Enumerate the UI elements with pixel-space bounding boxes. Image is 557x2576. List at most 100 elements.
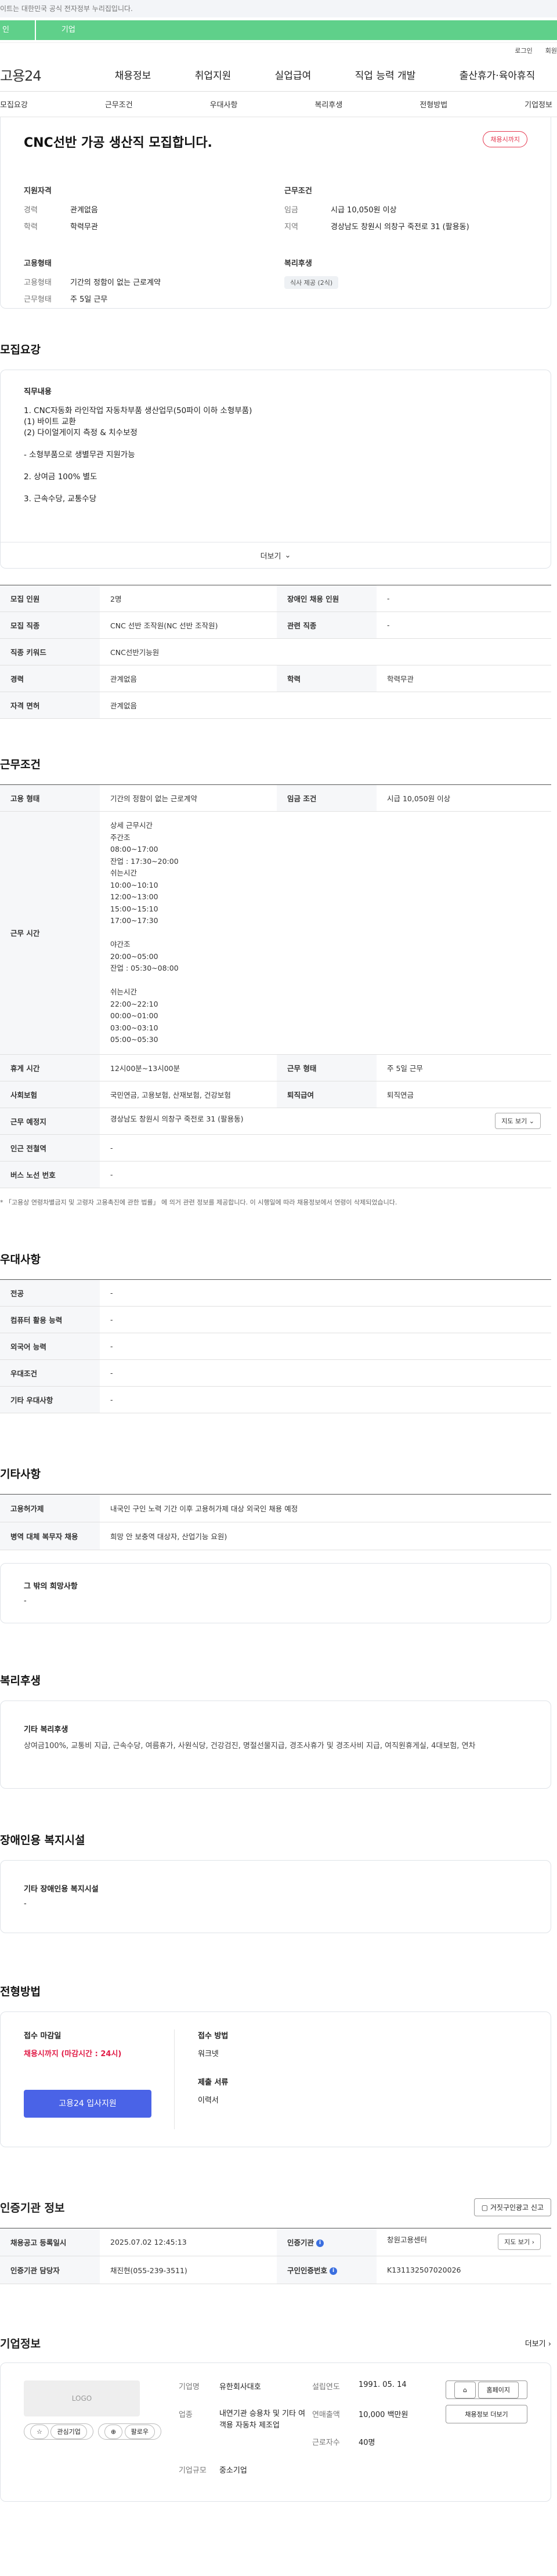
- summary-key: 지역: [284, 223, 298, 231]
- job-description-body: 직무내용 1. CNC자동화 라인작업 자동차부품 생산업무(50파이 이하 소…: [24, 386, 527, 526]
- map-button-label: 지도 보기: [504, 2238, 530, 2246]
- info-key: 기업명: [178, 2382, 200, 2392]
- section-title-company: 기업정보: [0, 2337, 41, 2350]
- table-row: 기타 우대사항 -: [0, 1386, 551, 1413]
- summary-value: 주 5일 근무: [70, 295, 108, 304]
- info-key: [312, 2464, 359, 2484]
- summary-value: 관계없음: [70, 206, 98, 215]
- row-value: K131132507020026: [377, 2256, 551, 2284]
- deadline-value: 채용시까지 (마감시간 : 24시): [24, 2049, 122, 2058]
- section-title-disability: 장애인용 복지시설: [0, 1833, 85, 1847]
- box-value: 상여금100%, 교통비 지급, 근속수당, 여름휴가, 사원식당, 건강검진,…: [24, 1741, 476, 1750]
- apply-deadline: 접수 마감일 채용시까지 (마감시간 : 24시) 고용24 입사지원: [24, 2029, 175, 2129]
- tab-individual[interactable]: 인: [0, 20, 35, 40]
- expand-more-button[interactable]: 더보기 ⌄: [0, 542, 551, 569]
- method-value: 워크넷: [198, 2049, 219, 2058]
- row-value: 관계없음: [100, 692, 551, 719]
- row-value: 학력무관: [377, 665, 551, 692]
- table-row: 직종 키워드 CNC선반기능원: [0, 638, 551, 665]
- summary-key: 학력: [24, 223, 38, 231]
- menu-jobs[interactable]: 채용정보: [115, 67, 151, 82]
- menu-vocational-training[interactable]: 직업 능력 개발: [355, 67, 416, 82]
- row-label: 버스 노선 번호: [0, 1161, 100, 1188]
- job-line: 1. CNC자동화 라인작업 자동차부품 생산업무(50파이 이하 소형부품): [24, 406, 252, 415]
- row-value: 채진현(055-239-3511): [100, 2256, 277, 2284]
- section-title-agency: 인증기관 정보: [0, 2201, 65, 2215]
- favorite-company-button[interactable]: ☆ 관심기업: [24, 2423, 93, 2440]
- row-label: 퇴직급여: [277, 1081, 377, 1108]
- anchor-recruit[interactable]: 모집요강: [0, 99, 28, 110]
- company-card: LOGO ☆ 관심기업 ⊕ 팔로우 기업명 유한회사대호 설립연도 1991. 05.…: [0, 2362, 551, 2502]
- info-value: 내연기관 승용차 및 기타 여객용 자동차 제조업: [219, 2409, 306, 2430]
- row-value: 희망 안 보충역 대상자, 산업기능 요원): [100, 1522, 551, 1550]
- row-value: -: [100, 1279, 551, 1307]
- schedule-line: 잔업 : 05:30~08:00: [110, 964, 179, 972]
- info-icon[interactable]: i: [316, 2239, 324, 2247]
- row-label: 모집 직종: [0, 612, 100, 639]
- map-button[interactable]: 지도 보기 ⌄: [495, 1113, 541, 1129]
- company-buttons: ⌂ 홈페이지 채용정보 더보기: [446, 2380, 527, 2484]
- info-value: 중소기업: [219, 2466, 247, 2475]
- box-value: -: [24, 1899, 27, 1908]
- info-key: [179, 2436, 219, 2456]
- table-row: 자격 면허 관계없음: [0, 692, 551, 719]
- section-title-apply: 전형방법: [0, 1985, 41, 1998]
- row-label: 우대조건: [0, 1359, 100, 1387]
- status-badge: 채용시까지: [483, 131, 527, 147]
- preference-table: 전공 - 컴퓨터 활용 능력 - 외국어 능력 - 우대조건 - 기타 우대사항 -: [0, 1279, 551, 1413]
- row-label: 채용공고 등록일시: [0, 2228, 100, 2256]
- document-icon: ▢: [481, 2203, 489, 2212]
- row-value: CNC 선반 조작원(NC 선반 조작원): [100, 612, 277, 639]
- table-row: 사회보험 국민연금, 고용보험, 산재보험, 건강보험 퇴직급여 퇴직연금: [0, 1081, 551, 1108]
- menu-unemployment-benefit[interactable]: 실업급여: [275, 67, 312, 82]
- table-row: 컴퓨터 활용 능력 -: [0, 1306, 551, 1333]
- info-icon[interactable]: i: [330, 2267, 338, 2275]
- apply-button[interactable]: 고용24 입사지원: [24, 2089, 151, 2118]
- table-row: 휴게 시간 12시00분~13시00분 근무 형태 주 5일 근무: [0, 1054, 551, 1081]
- anchor-preference[interactable]: 우대사항: [210, 99, 238, 110]
- summary-qualification: 지원자격 경력 관계없음 학력 학력무관: [24, 184, 267, 237]
- company-more-link[interactable]: 더보기 ›: [525, 2338, 551, 2349]
- company-header: 기업정보 더보기 ›: [0, 2335, 551, 2351]
- work-address: 경상남도 창원시 의창구 죽전로 31 (팔용동): [110, 1115, 244, 1123]
- gov-notice-text: 이트는 대한민국 공식 전자정부 누리집입니다.: [0, 5, 133, 13]
- welfare-chip: 식사 제공 (2식): [284, 276, 339, 289]
- info-value: 유한회사대호: [219, 2382, 261, 2392]
- agency-map-button[interactable]: 지도 보기 ›: [498, 2234, 541, 2250]
- star-icon: ☆: [30, 2424, 49, 2439]
- other-wish-box: 그 밖의 희망사항 -: [0, 1562, 551, 1623]
- agency-name: 창원고용센터: [387, 2235, 428, 2244]
- site-logo[interactable]: 고용24: [0, 64, 81, 85]
- table-row: 우대조건 -: [0, 1359, 551, 1387]
- job-line: [24, 439, 527, 450]
- row-label: 고용 형태: [0, 784, 100, 812]
- anchor-selection[interactable]: 전형방법: [419, 99, 447, 110]
- homepage-button[interactable]: ⌂ 홈페이지: [446, 2380, 527, 2399]
- summary-heading: 지원자격: [24, 187, 52, 196]
- table-row: 채용공고 등록일시 2025.07.02 12:45:13 인증기관 i 창원고용센터 지…: [0, 2228, 551, 2256]
- report-fake-ad-button[interactable]: ▢ 거짓구인광고 신고: [473, 2198, 551, 2216]
- row-value: 관계없음: [100, 665, 277, 692]
- tab-company[interactable]: 기업: [35, 20, 557, 40]
- anchor-conditions[interactable]: 근무조건: [105, 99, 133, 110]
- more-jobs-button[interactable]: 채용정보 더보기: [446, 2404, 527, 2423]
- map-button-label: 지도 보기: [501, 1117, 527, 1125]
- apply-method: 접수 방법 워크넷 제출 서류 이력서: [175, 2029, 228, 2129]
- menu-employment-support[interactable]: 취업지원: [195, 67, 232, 82]
- table-row: 전공 -: [0, 1279, 551, 1307]
- follow-button[interactable]: ⊕ 팔로우: [97, 2423, 161, 2440]
- info-value: 40명: [358, 2438, 375, 2447]
- row-label: 근무 시간: [0, 811, 100, 1055]
- box-heading: 그 밖의 희망사항: [24, 1582, 78, 1591]
- login-link[interactable]: 로그인: [515, 46, 532, 55]
- recruit-table: 모집 인원 2명 장애인 채용 인원 - 모집 직종 CNC 선반 조작원(NC 선반 …: [0, 585, 551, 719]
- menu-parental-leave[interactable]: 출산휴가·육아휴직: [460, 67, 536, 82]
- anchor-welfare[interactable]: 복리후생: [314, 99, 342, 110]
- job-title: CNC선반 가공 생산직 모집합니다.: [24, 136, 212, 150]
- signup-link[interactable]: 회원: [545, 46, 557, 55]
- section-title-welfare: 복리후생: [0, 1674, 41, 1687]
- anchor-company[interactable]: 기업정보: [525, 99, 552, 110]
- disability-box: 기타 장애인용 복지시설 -: [0, 1859, 551, 1933]
- row-value: 퇴직연금: [377, 1081, 551, 1108]
- row-label: 인증기관 i: [277, 2228, 377, 2256]
